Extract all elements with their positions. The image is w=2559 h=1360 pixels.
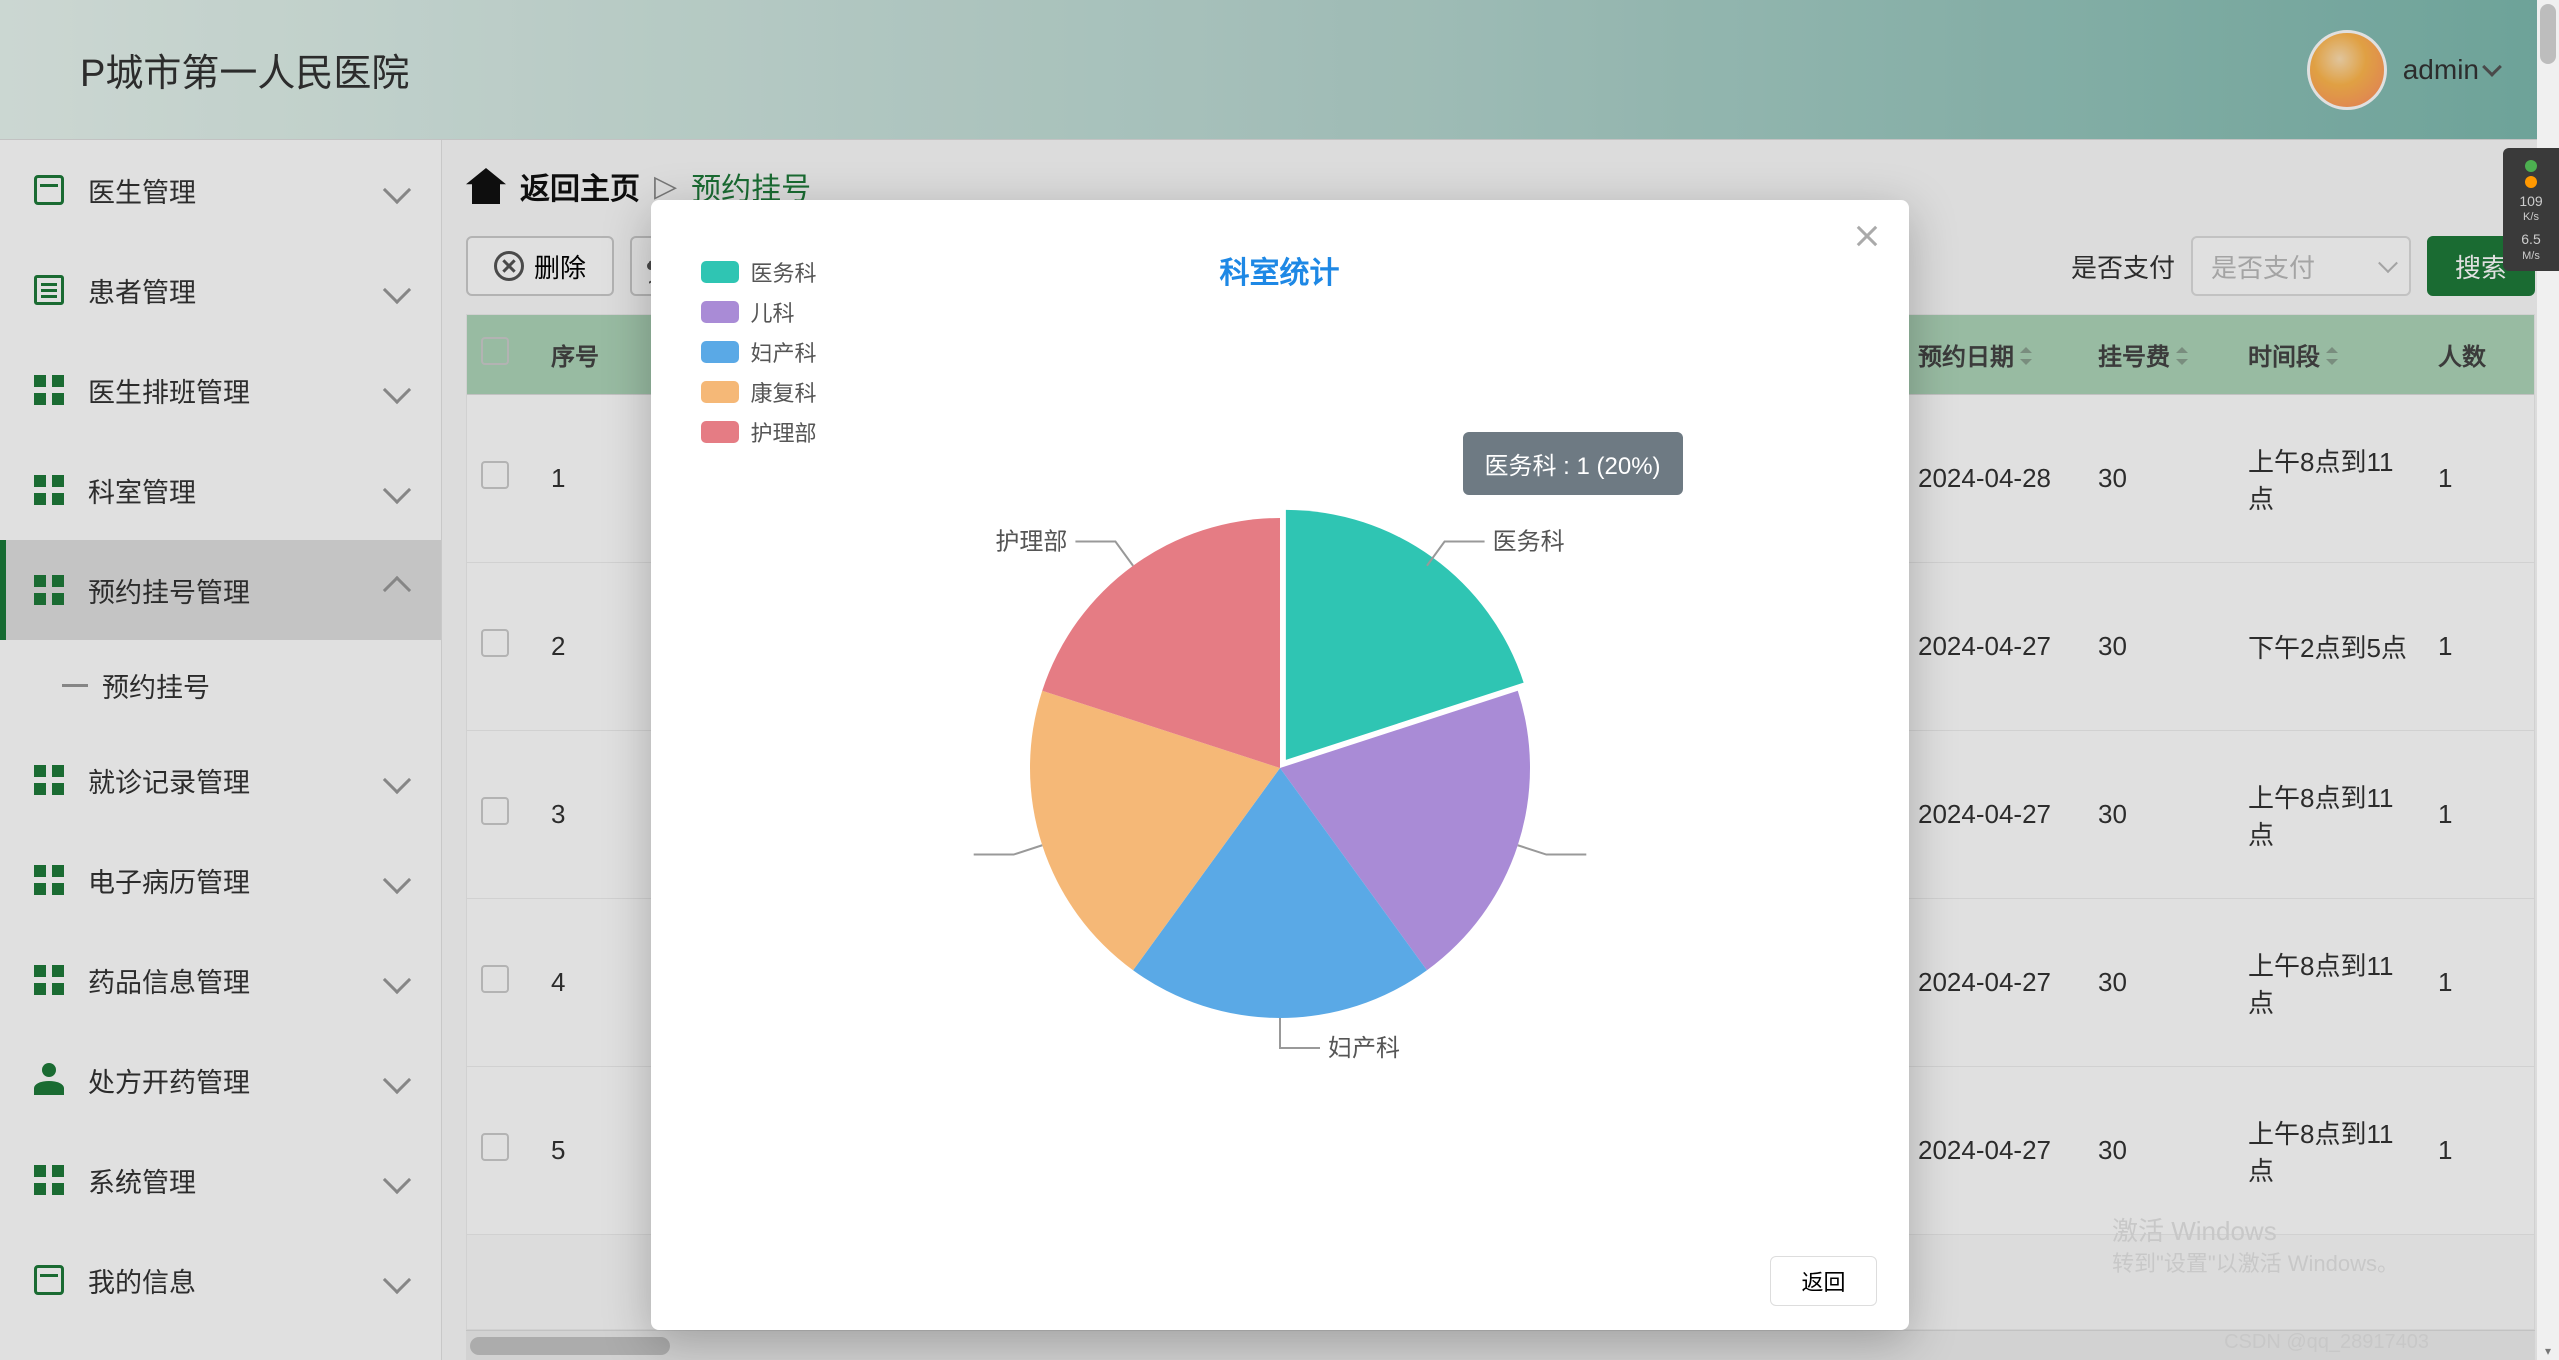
- dept-stats-dialog: 科室统计 医务科儿科妇产科康复科护理部 医务科儿科妇产科康复科护理部 医务科 :…: [651, 200, 1909, 1330]
- close-icon[interactable]: [1853, 222, 1881, 250]
- dialog-back-button[interactable]: 返回: [1770, 1256, 1876, 1306]
- pie-label: 医务科: [1492, 528, 1564, 555]
- net-down: 6.5: [2505, 230, 2557, 248]
- chart-tooltip: 医务科 : 1 (20%): [1463, 432, 1683, 495]
- pie-label: 护理部: [995, 528, 1067, 555]
- chart-title: 科室统计: [683, 248, 1877, 292]
- legend-label: 医务科: [751, 256, 817, 288]
- legend-swatch: [701, 261, 739, 283]
- pie-chart: 医务科儿科妇产科康复科护理部 医务科 : 1 (20%): [683, 292, 1877, 1244]
- legend-item[interactable]: 医务科: [701, 256, 817, 288]
- pie-label: 妇产科: [1328, 1035, 1400, 1062]
- net-up: 109: [2505, 192, 2557, 210]
- attribution: CSDN @qq_28917403: [2224, 1331, 2429, 1354]
- scrollbar-thumb[interactable]: [2540, 4, 2556, 64]
- modal-mask[interactable]: 科室统计 医务科儿科妇产科康复科护理部 医务科儿科妇产科康复科护理部 医务科 :…: [0, 0, 2559, 1360]
- net-meter-widget: 109 K/s 6.5 M/s: [2503, 148, 2559, 271]
